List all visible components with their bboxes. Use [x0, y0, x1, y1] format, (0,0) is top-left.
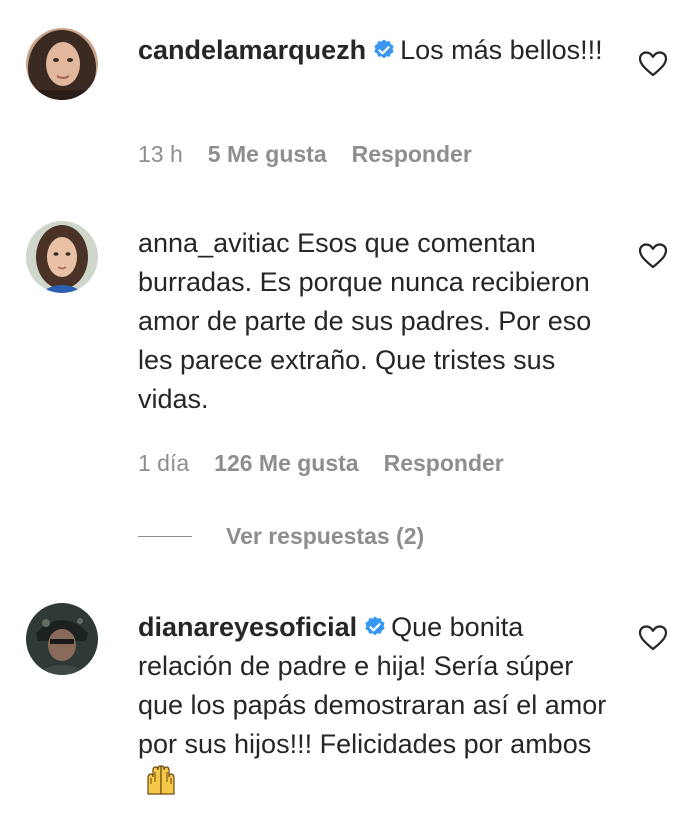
- comment-timestamp[interactable]: 13 h: [138, 139, 183, 169]
- verified-badge-icon: [372, 38, 396, 62]
- comment-likes-count[interactable]: 126 Me gusta: [214, 448, 358, 478]
- avatar[interactable]: [26, 603, 98, 675]
- comment-text: anna_avitiac Esos que comentan burradas.…: [138, 224, 608, 419]
- comment-username[interactable]: anna_avitiac: [138, 228, 290, 258]
- heart-outline-icon[interactable]: [638, 242, 668, 270]
- heart-outline-icon[interactable]: [638, 50, 668, 78]
- comment-text: dianareyesoficial Que bonita relación de…: [138, 608, 608, 803]
- comment-likes-count[interactable]: 5 Me gusta: [208, 139, 327, 169]
- view-replies-row: Ver respuestas (2): [138, 523, 424, 553]
- avatar[interactable]: [26, 28, 98, 100]
- comment-username[interactable]: candelamarquezh: [138, 35, 366, 65]
- avatar[interactable]: [26, 221, 98, 293]
- reply-button[interactable]: Responder: [352, 139, 472, 169]
- heart-outline-icon[interactable]: [638, 624, 668, 652]
- comment-meta: 13 h 5 Me gusta Responder: [138, 139, 497, 169]
- comment-body: Los más bellos!!!: [400, 35, 603, 65]
- reply-button[interactable]: Responder: [384, 448, 504, 478]
- verified-badge-icon: [363, 615, 387, 639]
- comment-timestamp[interactable]: 1 día: [138, 448, 189, 478]
- comment-meta: 1 día 126 Me gusta Responder: [138, 448, 529, 478]
- raising-hands-emoji-icon: [144, 764, 178, 798]
- comment-text: candelamarquezh Los más bellos!!!: [138, 31, 608, 70]
- view-replies-button[interactable]: Ver respuestas (2): [226, 523, 424, 549]
- comment-username[interactable]: dianareyesoficial: [138, 612, 357, 642]
- replies-divider: [138, 536, 192, 537]
